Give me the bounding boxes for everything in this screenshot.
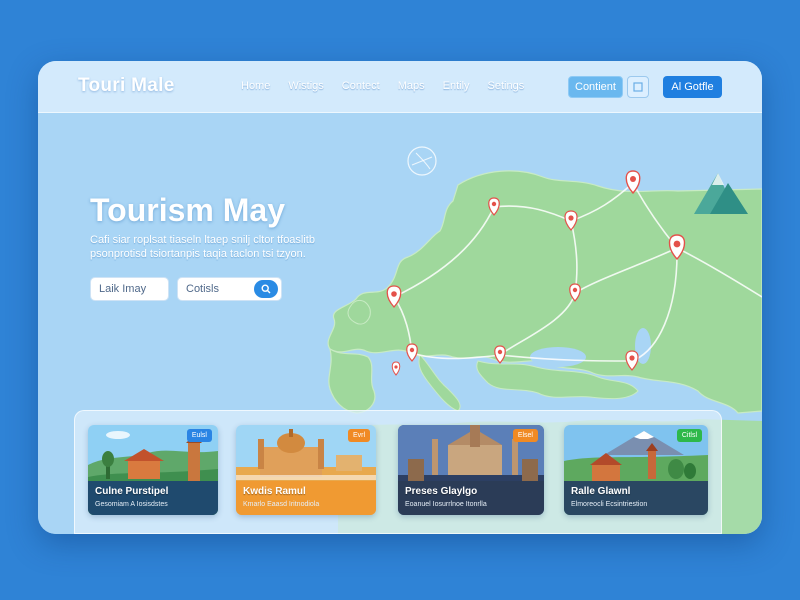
card-badge: Evrl <box>347 429 370 442</box>
card-badge: Citlsl <box>676 429 702 442</box>
top-navigation-bar: Touri Male Home Wistigs Contect Maps Ent… <box>38 61 762 113</box>
card-title: Ralle Glawnl <box>571 486 631 497</box>
card-title: Culne Purstipel <box>95 486 169 497</box>
nav-item-contect[interactable]: Contect <box>342 80 380 92</box>
brand-logo[interactable]: Touri Male <box>78 75 175 97</box>
primary-action-button[interactable]: Al Gotfle <box>663 76 722 98</box>
nav-item-setings[interactable]: Setings <box>488 80 525 92</box>
page-title: Tourism May <box>90 192 285 228</box>
card-title: Preses Glaylgo <box>405 486 478 497</box>
search-input-value: Cotisls <box>186 283 220 295</box>
card-description: Gesomiam A Iosisdstes <box>95 501 168 508</box>
main-nav: Home Wistigs Contect Maps Entily Setings <box>241 80 524 92</box>
app-window: Touri Male Home Wistigs Contect Maps Ent… <box>38 61 762 534</box>
destination-card[interactable]: Eulsl Culne Purstipel Gesomiam A Iosisds… <box>88 425 218 515</box>
search-button[interactable] <box>254 280 278 298</box>
nav-item-wistigs[interactable]: Wistigs <box>288 80 323 92</box>
card-badge: Elsel <box>512 429 538 442</box>
square-icon <box>633 82 643 92</box>
card-title: Kwdis Ramul <box>243 486 306 497</box>
card-description: Kmarlo Eaasd Iritnodiola <box>243 501 320 508</box>
destination-card[interactable]: Citlsl Ralle Glawnl Elmoreocli Ecsintrie… <box>564 425 708 515</box>
hero-subtitle: Cafi siar roplsat tiaseln ltaep snilj cl… <box>90 234 315 260</box>
nav-item-entily[interactable]: Entily <box>443 80 470 92</box>
card-description: Eoanuel Iosurrlnoe Itonrlla <box>405 501 487 508</box>
menu-square-button[interactable] <box>627 76 649 98</box>
search-input[interactable]: Cotisls <box>177 277 282 301</box>
location-input[interactable]: Laik Imay <box>90 277 169 301</box>
destination-card[interactable]: Evrl Kwdis Ramul Kmarlo Eaasd Iritnodiol… <box>236 425 376 515</box>
location-input-value: Laik Imay <box>99 283 147 295</box>
destination-card[interactable]: Elsel Preses Glaylgo Eoanuel Iosurrlnoe … <box>398 425 544 515</box>
nav-item-maps[interactable]: Maps <box>398 80 425 92</box>
card-description: Elmoreocli Ecsintriestion <box>571 501 648 508</box>
nav-item-home[interactable]: Home <box>241 80 270 92</box>
search-icon <box>261 284 271 294</box>
card-badge: Eulsl <box>186 429 212 442</box>
contact-button[interactable]: Contient <box>568 76 623 98</box>
